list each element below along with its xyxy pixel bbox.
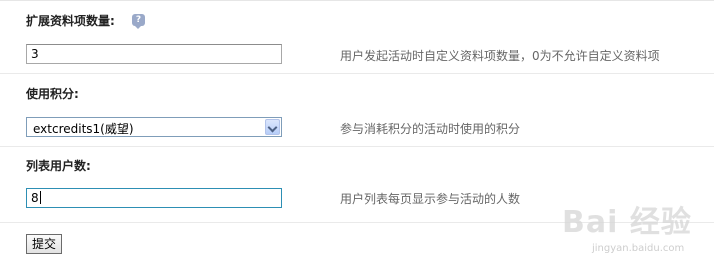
- divider: [0, 146, 714, 147]
- credits-select[interactable]: extcredits1(威望): [26, 117, 282, 137]
- field-label-extra-profile-count: 扩展资料项数量:: [26, 14, 115, 28]
- divider: [0, 73, 714, 74]
- extra-profile-count-input[interactable]: 3: [26, 44, 282, 64]
- watermark-url: jingyan.baidu.com: [592, 243, 685, 254]
- text-caret: [39, 191, 41, 204]
- settings-form: 扩展资料项数量: ? 3 用户发起活动时自定义资料项数量，0为不允许自定义资料项…: [0, 0, 714, 274]
- submit-button[interactable]: 提交: [26, 234, 62, 254]
- baidu-jingyan-watermark: Bai 经验 jingyan.baidu.com: [554, 197, 704, 267]
- credits-description: 参与消耗积分的活动时使用的积分: [340, 122, 521, 136]
- field-label-use-credits: 使用积分:: [26, 87, 79, 101]
- watermark-logo-text: Bai 经验: [562, 205, 692, 240]
- help-bubble-icon[interactable]: ?: [132, 14, 145, 29]
- list-user-count-value: 8: [31, 191, 39, 205]
- chevron-down-icon[interactable]: [265, 119, 280, 135]
- credits-select-value: extcredits1(威望): [33, 122, 134, 136]
- list-user-count-description: 用户列表每页显示参与活动的人数: [340, 192, 521, 206]
- field-label-list-user-count: 列表用户数:: [26, 159, 91, 173]
- extra-profile-count-description: 用户发起活动时自定义资料项数量，0为不允许自定义资料项: [340, 49, 660, 63]
- list-user-count-input[interactable]: 8: [26, 188, 282, 208]
- extra-profile-count-value: 3: [31, 47, 39, 61]
